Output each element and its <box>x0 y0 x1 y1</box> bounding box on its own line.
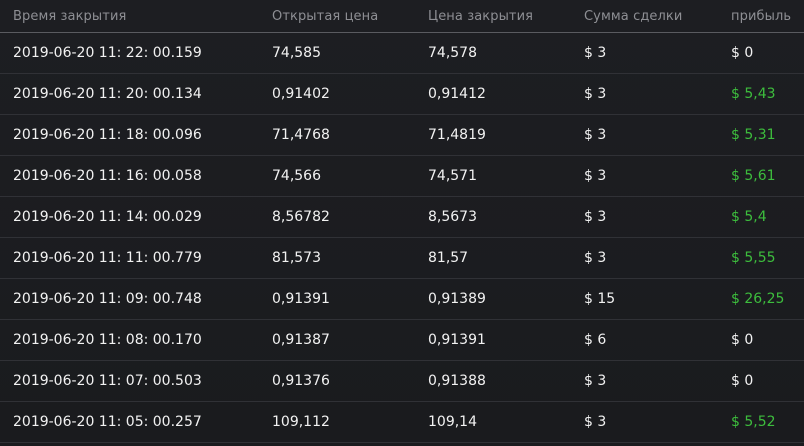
amount-cell: $ 3 <box>584 414 607 430</box>
close-price-cell: 71,4819 <box>428 127 486 143</box>
close-price-cell: 0,91388 <box>428 373 486 389</box>
close-price-cell: 0,91389 <box>428 291 486 307</box>
header-profit[interactable]: прибыль <box>731 9 791 24</box>
close-price-cell: 109,14 <box>428 414 477 430</box>
close-time-cell: 2019-06-20 11: 22: 00.159 <box>13 45 202 61</box>
amount-cell: $ 3 <box>584 127 607 143</box>
close-time-cell: 2019-06-20 11: 09: 00.748 <box>13 291 202 307</box>
open-price-cell: 81,573 <box>272 250 321 266</box>
profit-cell: $ 5,31 <box>731 127 776 143</box>
open-price-cell: 0,91387 <box>272 332 330 348</box>
close-time-cell: 2019-06-20 11: 20: 00.134 <box>13 86 202 102</box>
close-price-cell: 8,5673 <box>428 209 477 225</box>
open-price-cell: 0,91391 <box>272 291 330 307</box>
table-row[interactable]: 2019-06-20 11: 08: 00.170 0,91387 0,9139… <box>0 320 804 361</box>
open-price-cell: 0,91376 <box>272 373 330 389</box>
table-row[interactable]: 2019-06-20 11: 09: 00.748 0,91391 0,9138… <box>0 279 804 320</box>
close-price-cell: 0,91391 <box>428 332 486 348</box>
close-time-cell: 2019-06-20 11: 16: 00.058 <box>13 168 202 184</box>
header-open-price[interactable]: Открытая цена <box>272 9 378 24</box>
table-row[interactable]: 2019-06-20 11: 18: 00.096 71,4768 71,481… <box>0 115 804 156</box>
table-row[interactable]: 2019-06-20 11: 11: 00.779 81,573 81,57 $… <box>0 238 804 279</box>
close-time-cell: 2019-06-20 11: 08: 00.170 <box>13 332 202 348</box>
profit-cell: $ 0 <box>731 332 754 348</box>
close-time-cell: 2019-06-20 11: 14: 00.029 <box>13 209 202 225</box>
open-price-cell: 109,112 <box>272 414 330 430</box>
table-row[interactable]: 2019-06-20 11: 07: 00.503 0,91376 0,9138… <box>0 361 804 402</box>
amount-cell: $ 3 <box>584 209 607 225</box>
amount-cell: $ 3 <box>584 373 607 389</box>
amount-cell: $ 15 <box>584 291 616 307</box>
table-row[interactable]: 2019-06-20 11: 14: 00.029 8,56782 8,5673… <box>0 197 804 238</box>
profit-cell: $ 26,25 <box>731 291 785 307</box>
close-time-cell: 2019-06-20 11: 07: 00.503 <box>13 373 202 389</box>
amount-cell: $ 3 <box>584 45 607 61</box>
table-row[interactable]: 2019-06-20 11: 16: 00.058 74,566 74,571 … <box>0 156 804 197</box>
close-time-cell: 2019-06-20 11: 05: 00.257 <box>13 414 202 430</box>
table-row[interactable]: 2019-06-20 11: 20: 00.134 0,91402 0,9141… <box>0 74 804 115</box>
close-price-cell: 74,571 <box>428 168 477 184</box>
open-price-cell: 74,566 <box>272 168 321 184</box>
profit-cell: $ 0 <box>731 45 754 61</box>
profit-cell: $ 0 <box>731 373 754 389</box>
close-time-cell: 2019-06-20 11: 11: 00.779 <box>13 250 202 266</box>
table-header: Время закрытия Открытая цена Цена закрыт… <box>0 0 804 33</box>
amount-cell: $ 3 <box>584 86 607 102</box>
close-price-cell: 81,57 <box>428 250 469 266</box>
close-price-cell: 74,578 <box>428 45 477 61</box>
open-price-cell: 0,91402 <box>272 86 330 102</box>
profit-cell: $ 5,55 <box>731 250 776 266</box>
amount-cell: $ 3 <box>584 168 607 184</box>
close-time-cell: 2019-06-20 11: 18: 00.096 <box>13 127 202 143</box>
trade-history-table: Время закрытия Открытая цена Цена закрыт… <box>0 0 804 446</box>
table-row[interactable]: 2019-06-20 11: 22: 00.159 74,585 74,578 … <box>0 33 804 74</box>
open-price-cell: 71,4768 <box>272 127 330 143</box>
profit-cell: $ 5,4 <box>731 209 767 225</box>
open-price-cell: 74,585 <box>272 45 321 61</box>
table-row[interactable]: 2019-06-20 11: 05: 00.257 109,112 109,14… <box>0 402 804 443</box>
profit-cell: $ 5,43 <box>731 86 776 102</box>
profit-cell: $ 5,52 <box>731 414 776 430</box>
amount-cell: $ 3 <box>584 250 607 266</box>
profit-cell: $ 5,61 <box>731 168 776 184</box>
close-price-cell: 0,91412 <box>428 86 486 102</box>
header-close-time[interactable]: Время закрытия <box>13 9 126 24</box>
amount-cell: $ 6 <box>584 332 607 348</box>
open-price-cell: 8,56782 <box>272 209 330 225</box>
header-amount[interactable]: Сумма сделки <box>584 9 682 24</box>
header-close-price[interactable]: Цена закрытия <box>428 9 533 24</box>
